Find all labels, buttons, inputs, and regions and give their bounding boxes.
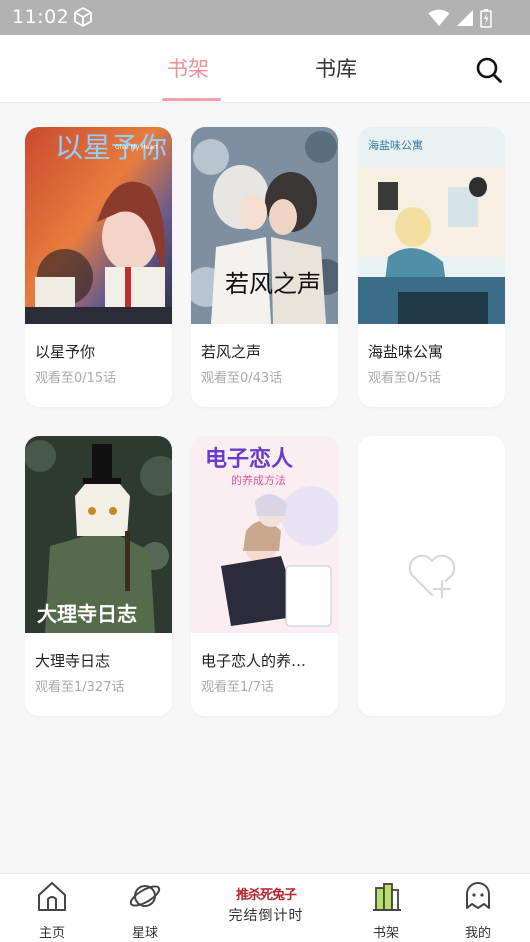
profile-icon [466, 882, 490, 909]
bookshelf-icon [373, 883, 401, 911]
book-progress: 观看至1/7话 [201, 680, 274, 695]
tab-library[interactable]: 书库 [315, 53, 357, 83]
promo-banner[interactable]: 推杀死兔子 完结倒计时 [218, 884, 314, 938]
book-card[interactable]: 大理寺日志 大理寺日志 观看至1/327话 [25, 436, 172, 716]
book-title: 以星予你 [35, 343, 96, 361]
book-progress: 观看至1/327话 [35, 680, 125, 695]
nav-label-planet: 星球 [131, 926, 158, 941]
battery-icon [480, 9, 492, 28]
bottom-navigation: 主页 星球 推杀死兔子 完结倒计时 书架 我的 [0, 873, 530, 942]
book-progress: 观看至0/5话 [368, 371, 441, 386]
cover-subtitle-text: 的养成方法 [231, 473, 286, 487]
book-title: 大理寺日志 [35, 652, 111, 670]
bookshelf-grid: 以星予你 Give My Heart 以星予你 观看至0/15话 若风之声 若风… [0, 103, 530, 873]
cover-small-text: Give My Heart [115, 144, 158, 151]
planet-icon [129, 885, 161, 907]
cover-title-text: 大理寺日志 [37, 602, 137, 626]
wifi-icon [428, 9, 450, 26]
nav-label-home: 主页 [38, 926, 65, 941]
book-cover-image: 以星予你 Give My Heart [25, 127, 172, 324]
status-bar: 11:02 [0, 0, 530, 35]
nav-item-mine[interactable]: 我的 [448, 878, 508, 941]
nav-label-mine: 我的 [464, 926, 491, 941]
cube-icon [74, 7, 92, 27]
book-card[interactable]: 以星予你 Give My Heart 以星予你 观看至0/15话 [25, 127, 172, 407]
book-progress: 观看至0/43话 [201, 371, 283, 386]
promo-countdown-label: 完结倒计时 [228, 908, 304, 924]
promo-title: 推杀死兔子 [235, 888, 297, 903]
cover-title-text: 若风之声 [225, 270, 321, 298]
nav-item-home[interactable]: 主页 [22, 878, 82, 941]
book-progress: 观看至0/15话 [35, 371, 117, 386]
home-icon [38, 882, 66, 911]
heart-plus-icon [408, 554, 455, 599]
nav-item-bookshelf[interactable]: 书架 [356, 878, 416, 941]
top-header: 书架 书库 [0, 35, 530, 103]
active-tab-indicator [162, 98, 221, 101]
book-title: 若风之声 [201, 343, 262, 361]
book-card[interactable]: 海盐味公寓 海盐味公寓 观看至0/5话 [358, 127, 505, 407]
status-time: 11:02 [12, 6, 70, 28]
book-cover-image: 电子恋人 的养成方法 [191, 436, 338, 633]
book-cover-image: 海盐味公寓 [358, 127, 505, 324]
search-icon[interactable] [474, 55, 504, 85]
nav-item-planet[interactable]: 星球 [115, 878, 175, 941]
cover-title-text: 海盐味公寓 [368, 138, 423, 152]
book-card[interactable]: 电子恋人 的养成方法 电子恋人的养… 观看至1/7话 [191, 436, 338, 716]
add-book-card[interactable] [358, 436, 505, 716]
book-title: 海盐味公寓 [368, 343, 444, 361]
book-cover-image: 大理寺日志 [25, 436, 172, 633]
book-cover-image: 若风之声 [191, 127, 338, 324]
book-title: 电子恋人的养… [201, 652, 307, 670]
tab-bookshelf[interactable]: 书架 [167, 53, 209, 83]
cover-title-text: 电子恋人 [205, 446, 293, 472]
nav-label-bookshelf: 书架 [372, 926, 399, 941]
system-icons [428, 8, 492, 28]
signal-icon [457, 10, 473, 26]
book-card[interactable]: 若风之声 若风之声 观看至0/43话 [191, 127, 338, 407]
